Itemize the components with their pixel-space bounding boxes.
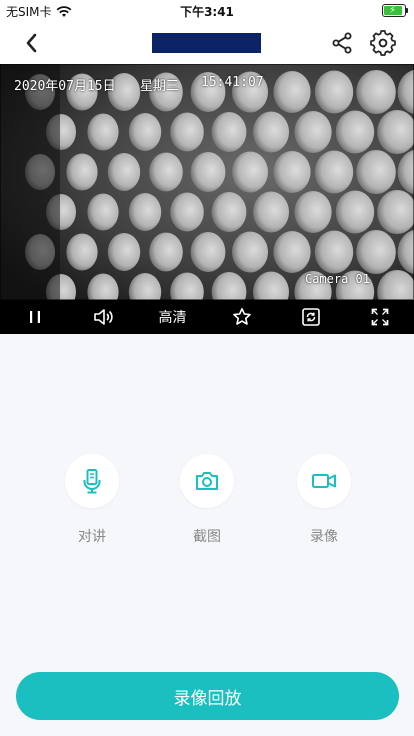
video-texture-hole <box>170 112 204 152</box>
video-texture-hole <box>273 71 311 113</box>
video-texture-hole <box>314 70 354 114</box>
video-texture-hole <box>149 152 183 192</box>
status-time: 下午3:41 <box>180 5 234 19</box>
screenshot-circle <box>180 454 234 508</box>
screenshot-label: 截图 <box>193 529 221 545</box>
volume-button[interactable] <box>84 300 124 334</box>
video-texture-hole <box>107 153 141 191</box>
video-texture-hole <box>149 232 183 272</box>
battery-icon: ⚡ <box>382 4 408 17</box>
video-texture-hole <box>190 152 226 192</box>
camera-label: Camera 01 <box>304 272 370 286</box>
video-texture-hole <box>87 193 119 231</box>
record-button[interactable]: 录像 <box>284 454 364 546</box>
screenshot-button[interactable]: 截图 <box>167 454 247 546</box>
camera-icon <box>196 472 218 490</box>
talk-button[interactable]: 对讲 <box>52 454 132 546</box>
video-texture-hole <box>128 113 162 151</box>
nav-bar <box>0 22 414 64</box>
video-texture-hole <box>253 111 289 153</box>
back-button[interactable] <box>20 31 44 55</box>
share-icon <box>332 32 352 54</box>
live-video[interactable]: 2020年07月15日 星期三 15:41:07 Camera 01 <box>0 64 414 300</box>
fullscreen-icon <box>371 308 388 326</box>
video-time: 15:41:07 <box>201 75 264 90</box>
favorite-button[interactable] <box>222 300 262 334</box>
video-texture-hole <box>335 110 375 154</box>
video-texture-hole <box>87 113 119 151</box>
talk-label: 对讲 <box>78 529 106 545</box>
status-bar: 无SIM卡 下午3:41 ⚡ <box>0 0 414 22</box>
video-frame <box>0 64 414 300</box>
video-texture-hole <box>232 231 268 273</box>
pause-button[interactable] <box>15 300 55 334</box>
chevron-left-icon <box>26 33 37 53</box>
volume-icon <box>93 309 113 325</box>
settings-button[interactable] <box>370 30 396 56</box>
video-texture-hole <box>211 112 247 152</box>
video-texture-hole <box>356 150 396 194</box>
rotate-button[interactable] <box>291 300 331 334</box>
video-texture-hole <box>190 232 226 272</box>
fullscreen-button[interactable] <box>360 300 400 334</box>
video-texture-hole <box>273 151 311 193</box>
quality-label: 高清 <box>158 310 187 326</box>
video-texture-hole <box>294 111 332 153</box>
action-row: 对讲 截图 录像 <box>0 454 414 554</box>
video-texture-hole <box>335 190 375 234</box>
video-date: 2020年07月15日 <box>14 79 116 94</box>
record-label: 录像 <box>310 529 338 545</box>
video-texture-hole <box>107 233 141 271</box>
video-texture-hole <box>314 230 354 274</box>
gear-icon <box>370 30 396 56</box>
device-title <box>152 33 261 53</box>
talk-circle <box>65 454 119 508</box>
video-texture-hole <box>170 192 204 232</box>
video-texture-hole <box>66 233 98 271</box>
video-texture-hole <box>314 150 354 194</box>
video-texture-hole <box>253 191 289 233</box>
video-control-bar: 高清 <box>0 300 414 334</box>
video-texture-hole <box>66 153 98 191</box>
video-texture-hole <box>273 231 311 273</box>
video-texture-hole <box>211 192 247 232</box>
video-weekday: 星期三 <box>140 79 180 94</box>
pause-icon <box>29 311 40 323</box>
video-texture-hole <box>128 193 162 231</box>
playback-button[interactable]: 录像回放 <box>16 672 399 720</box>
quality-button[interactable]: 高清 <box>153 300 193 334</box>
video-texture-hole <box>232 151 268 193</box>
microphone-icon <box>83 469 101 494</box>
video-texture-hole <box>356 230 396 274</box>
star-icon <box>232 308 251 325</box>
rotate-icon <box>301 308 320 326</box>
share-button[interactable] <box>330 31 354 55</box>
video-camera-icon <box>312 474 336 488</box>
record-circle <box>297 454 351 508</box>
video-texture-hole <box>294 191 332 233</box>
video-texture-hole <box>356 70 396 114</box>
